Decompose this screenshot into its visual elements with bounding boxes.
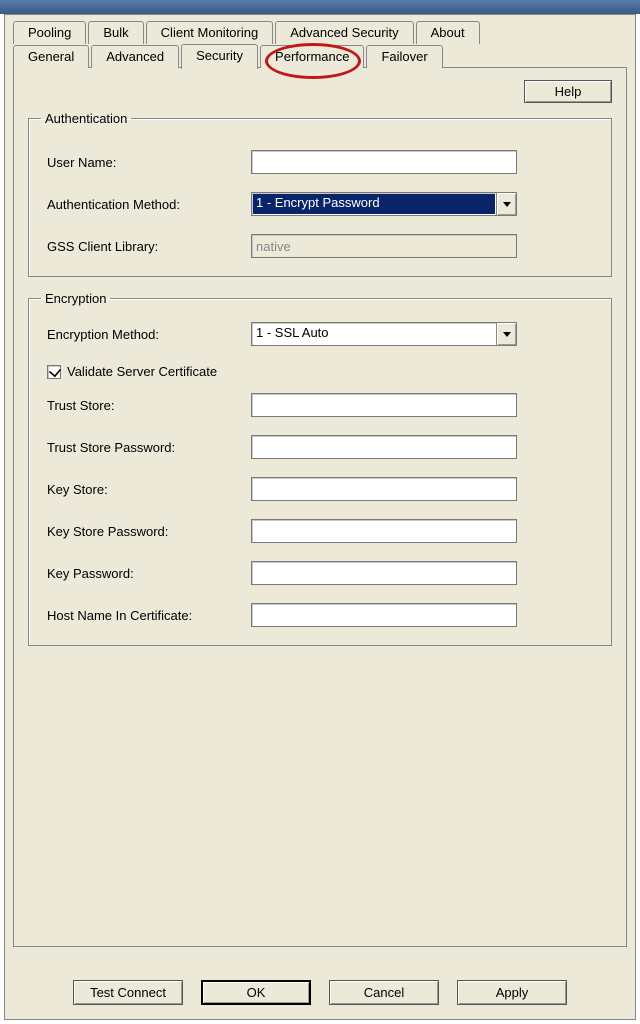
host-cert-label: Host Name In Certificate: (47, 608, 251, 623)
gss-library-input (251, 234, 517, 258)
key-pw-label: Key Password: (47, 566, 251, 581)
enc-method-value: 1 - SSL Auto (252, 323, 496, 345)
help-button[interactable]: Help (524, 80, 612, 103)
dialog-container: Pooling Bulk Client Monitoring Advanced … (4, 14, 636, 1020)
user-name-input[interactable] (251, 150, 517, 174)
tab-row-back: Pooling Bulk Client Monitoring Advanced … (13, 21, 627, 44)
chevron-down-icon (503, 332, 511, 337)
chevron-down-icon (503, 202, 511, 207)
key-store-pw-label: Key Store Password: (47, 524, 251, 539)
host-cert-input[interactable] (251, 603, 517, 627)
tab-bulk[interactable]: Bulk (88, 21, 143, 44)
window-titlebar (0, 0, 640, 14)
dialog-button-bar: Test Connect OK Cancel Apply (5, 980, 635, 1005)
tab-row-front: General Advanced Security Performance Fa… (13, 44, 627, 68)
auth-method-label: Authentication Method: (47, 197, 251, 212)
trust-store-pw-input[interactable] (251, 435, 517, 459)
key-store-pw-input[interactable] (251, 519, 517, 543)
tab-advanced-security[interactable]: Advanced Security (275, 21, 413, 44)
apply-button[interactable]: Apply (457, 980, 567, 1005)
group-encryption: Encryption Encryption Method: 1 - SSL Au… (28, 291, 612, 646)
cancel-button[interactable]: Cancel (329, 980, 439, 1005)
tab-panel-security: Help Authentication User Name: Authentic… (13, 67, 627, 947)
auth-method-dropdown-button[interactable] (496, 193, 516, 215)
group-encryption-legend: Encryption (41, 291, 110, 306)
tab-performance[interactable]: Performance (260, 45, 364, 68)
tab-strip: Pooling Bulk Client Monitoring Advanced … (13, 21, 627, 947)
trust-store-label: Trust Store: (47, 398, 251, 413)
enc-method-dropdown-button[interactable] (496, 323, 516, 345)
key-store-input[interactable] (251, 477, 517, 501)
key-pw-input[interactable] (251, 561, 517, 585)
enc-method-dropdown[interactable]: 1 - SSL Auto (251, 322, 517, 346)
tab-general[interactable]: General (13, 45, 89, 68)
tab-advanced[interactable]: Advanced (91, 45, 179, 68)
group-authentication-legend: Authentication (41, 111, 131, 126)
trust-store-pw-label: Trust Store Password: (47, 440, 251, 455)
tab-pooling[interactable]: Pooling (13, 21, 86, 44)
ok-button[interactable]: OK (201, 980, 311, 1005)
user-name-label: User Name: (47, 155, 251, 170)
auth-method-value: 1 - Encrypt Password (253, 194, 495, 214)
test-connect-button[interactable]: Test Connect (73, 980, 183, 1005)
tab-failover[interactable]: Failover (366, 45, 442, 68)
tab-client-monitoring[interactable]: Client Monitoring (146, 21, 274, 44)
group-authentication: Authentication User Name: Authentication… (28, 111, 612, 277)
validate-cert-checkbox[interactable] (47, 365, 61, 379)
enc-method-label: Encryption Method: (47, 327, 251, 342)
validate-cert-label: Validate Server Certificate (67, 364, 217, 379)
auth-method-dropdown[interactable]: 1 - Encrypt Password (251, 192, 517, 216)
tab-security[interactable]: Security (181, 44, 258, 69)
tab-about[interactable]: About (416, 21, 480, 44)
trust-store-input[interactable] (251, 393, 517, 417)
gss-library-label: GSS Client Library: (47, 239, 251, 254)
key-store-label: Key Store: (47, 482, 251, 497)
